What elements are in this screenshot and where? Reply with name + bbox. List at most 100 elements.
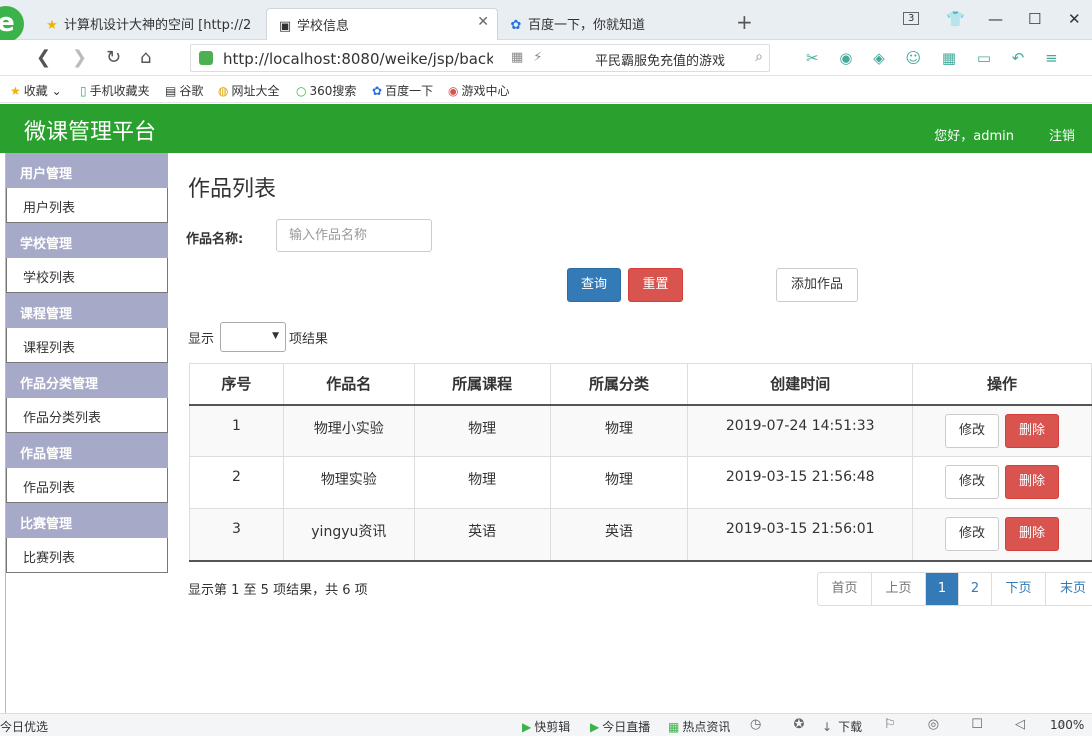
reset-button[interactable]: 重置: [628, 268, 683, 302]
promo-text[interactable]: 平民霸服免充值的游戏: [595, 50, 725, 69]
star-icon: ★: [10, 84, 21, 98]
new-tab-button[interactable]: +: [736, 10, 753, 34]
edit-button[interactable]: 修改: [945, 413, 1000, 448]
delete-button[interactable]: 删除: [1005, 465, 1060, 499]
sidebar-group-competitions[interactable]: 比赛管理: [6, 503, 168, 538]
bookmark-item[interactable]: ○ 360搜索: [296, 82, 356, 99]
sidebar-group-work-categories[interactable]: 作品分类管理: [6, 363, 168, 398]
url-text[interactable]: http://localhost:8080/weike/jsp/backjsp/: [223, 50, 493, 68]
page-1-button[interactable]: 1: [926, 573, 959, 605]
page-length-select[interactable]: ▼: [220, 322, 286, 352]
sidebar-group-works[interactable]: 作品管理: [6, 433, 168, 468]
bookmark-item[interactable]: ✿ 百度一下: [372, 82, 433, 99]
browser-tab-3[interactable]: ✿ 百度一下，你就知道: [498, 8, 724, 40]
status-icons[interactable]: ◷ ✪: [750, 717, 818, 732]
circle-icon: ○: [296, 84, 307, 98]
bookmark-item[interactable]: ◉ 游戏中心: [448, 82, 510, 99]
sidebar-item-user-list[interactable]: 用户列表: [6, 188, 168, 223]
column-header[interactable]: 创建时间: [687, 363, 914, 406]
download-button[interactable]: ↓ 下载: [822, 718, 862, 735]
page-length-suffix: 项结果: [289, 332, 329, 347]
status-left[interactable]: 今日优选: [0, 718, 48, 735]
sidebar-item-school-list[interactable]: 学校列表: [6, 258, 168, 293]
tab-title: 百度一下，你就知道: [528, 18, 646, 33]
bookmark-item[interactable]: ▯ 手机收藏夹: [80, 82, 150, 99]
home-icon[interactable]: ⌂: [140, 47, 151, 68]
sidebar: 用户管理 用户列表 学校管理 学校列表 课程管理 课程列表 作品分类管理 作品分…: [6, 153, 168, 573]
edit-button[interactable]: 修改: [945, 517, 1000, 551]
browser-status-bar: 今日优选 ▶ 快剪辑 ▶ 今日直播 ▦ 热点资讯 ◷ ✪ ↓ 下载 ⚐ ◎ ☐ ◁ ⌕ …: [0, 713, 1092, 736]
status-item[interactable]: ▶ 今日直播: [590, 718, 650, 735]
extension-icons[interactable]: ✂ ◉ ◈ ☺ ▦ ▭ ↶ ≡: [806, 49, 1066, 67]
logout-link[interactable]: 注销: [1049, 125, 1075, 144]
game-icon: ◉: [448, 84, 459, 98]
row-actions: 修改 删除: [912, 508, 1092, 562]
first-page-button[interactable]: 首页: [818, 573, 872, 605]
bookmark-item[interactable]: ★ 收藏 ⌄: [10, 82, 62, 99]
sidebar-item-work-category-list[interactable]: 作品分类列表: [6, 398, 168, 433]
reload-icon[interactable]: ↻: [106, 47, 121, 68]
forward-icon[interactable]: ❯: [72, 47, 87, 68]
query-button[interactable]: 查询: [567, 268, 621, 302]
work-name: 物理小实验: [282, 404, 415, 457]
edit-button[interactable]: 修改: [945, 465, 1000, 499]
page-2-button[interactable]: 2: [959, 573, 992, 605]
row-actions: 修改 删除: [912, 456, 1092, 509]
work-name-search-input[interactable]: [276, 219, 432, 252]
tab-counter[interactable]: 3: [903, 12, 920, 25]
app-header: 微课管理平台 您好，admin 注销: [0, 104, 1092, 153]
column-header[interactable]: 作品名: [282, 363, 415, 406]
table-row: 3 yingyu资讯 英语 英语 2019-03-15 21:56:01 修改删…: [189, 508, 1092, 562]
next-page-button[interactable]: 下页: [992, 573, 1046, 605]
search-label: 作品名称:: [186, 232, 244, 247]
shirt-icon[interactable]: 👕: [946, 10, 965, 28]
table-info: 显示第 1 至 5 项结果，共 6 项: [188, 583, 368, 598]
bookmarks-bar: ★ 收藏 ⌄ ▯ 手机收藏夹 ▤ 谷歌 ◍ 网址大全 ○ 360搜索 ✿ 百度一下 ◉ 游戏中…: [0, 77, 1092, 103]
minimize-icon[interactable]: —: [988, 10, 1003, 28]
sidebar-item-course-list[interactable]: 课程列表: [6, 328, 168, 363]
sidebar-group-users[interactable]: 用户管理: [6, 153, 168, 188]
sidebar-group-courses[interactable]: 课程管理: [6, 293, 168, 328]
maximize-icon[interactable]: ☐: [1028, 10, 1041, 28]
download-icon: ↓: [822, 720, 833, 734]
status-item[interactable]: ▶ 快剪辑: [522, 718, 570, 735]
url-field[interactable]: http://localhost:8080/weike/jsp/backjsp/…: [190, 44, 770, 72]
back-icon[interactable]: ❮: [36, 47, 51, 68]
column-header[interactable]: 所属分类: [549, 363, 689, 406]
page-title: 作品列表: [188, 177, 277, 202]
bookmark-item[interactable]: ◍ 网址大全: [218, 82, 280, 99]
star-icon: ★: [46, 18, 58, 33]
qr-icon[interactable]: ▦⚡: [511, 50, 552, 65]
pagination: 首页 上页 1 2 下页 末页: [817, 572, 1092, 606]
close-window-icon[interactable]: ✕: [1068, 10, 1081, 28]
close-icon[interactable]: ✕: [477, 14, 489, 30]
sidebar-item-work-list[interactable]: 作品列表: [6, 468, 168, 503]
browser-tab-2[interactable]: ▣ 学校信息 ✕: [266, 8, 498, 40]
sidebar-item-competition-list[interactable]: 比赛列表: [6, 538, 168, 573]
search-icon[interactable]: ⌕: [755, 49, 763, 65]
bookmark-item[interactable]: ▤ 谷歌: [165, 82, 203, 99]
delete-button[interactable]: 删除: [1005, 413, 1060, 448]
table-row: 2 物理实验 物理 物理 2019-03-15 21:56:48 修改 删除: [189, 456, 1092, 509]
created-time: 2019-03-15 21:56:01: [687, 508, 914, 562]
browser-tab-1[interactable]: ★ 计算机设计大神的空间 [http://2: [34, 8, 264, 40]
column-header[interactable]: 所属课程: [413, 363, 551, 406]
course-name: 英语: [413, 508, 551, 562]
delete-button[interactable]: 删除: [1005, 517, 1060, 551]
sidebar-group-schools[interactable]: 学校管理: [6, 223, 168, 258]
created-time: 2019-03-15 21:56:48: [687, 456, 914, 509]
column-header[interactable]: 序号: [189, 363, 284, 406]
page-length-prefix: 显示: [188, 332, 215, 347]
zoom-level[interactable]: 100%: [1050, 718, 1084, 732]
status-item[interactable]: ▦ 热点资讯: [668, 718, 730, 735]
add-work-button[interactable]: 添加作品: [776, 268, 858, 302]
play-icon: ▶: [590, 720, 600, 734]
news-icon: ▦: [668, 720, 680, 734]
table-row: 1 物理小实验 物理 物理 2019-07-24 14:51:33 修改 删除: [189, 404, 1092, 457]
category-name: 物理: [549, 404, 689, 457]
last-page-button[interactable]: 末页: [1046, 573, 1092, 605]
prev-page-button[interactable]: 上页: [872, 573, 926, 605]
image-icon: ▣: [278, 19, 292, 34]
works-table: 序号 作品名 所属课程 所属分类 创建时间 操作 1 物理小实验 物理 物理 2…: [189, 363, 1092, 562]
row-actions: 修改 删除: [912, 404, 1092, 457]
